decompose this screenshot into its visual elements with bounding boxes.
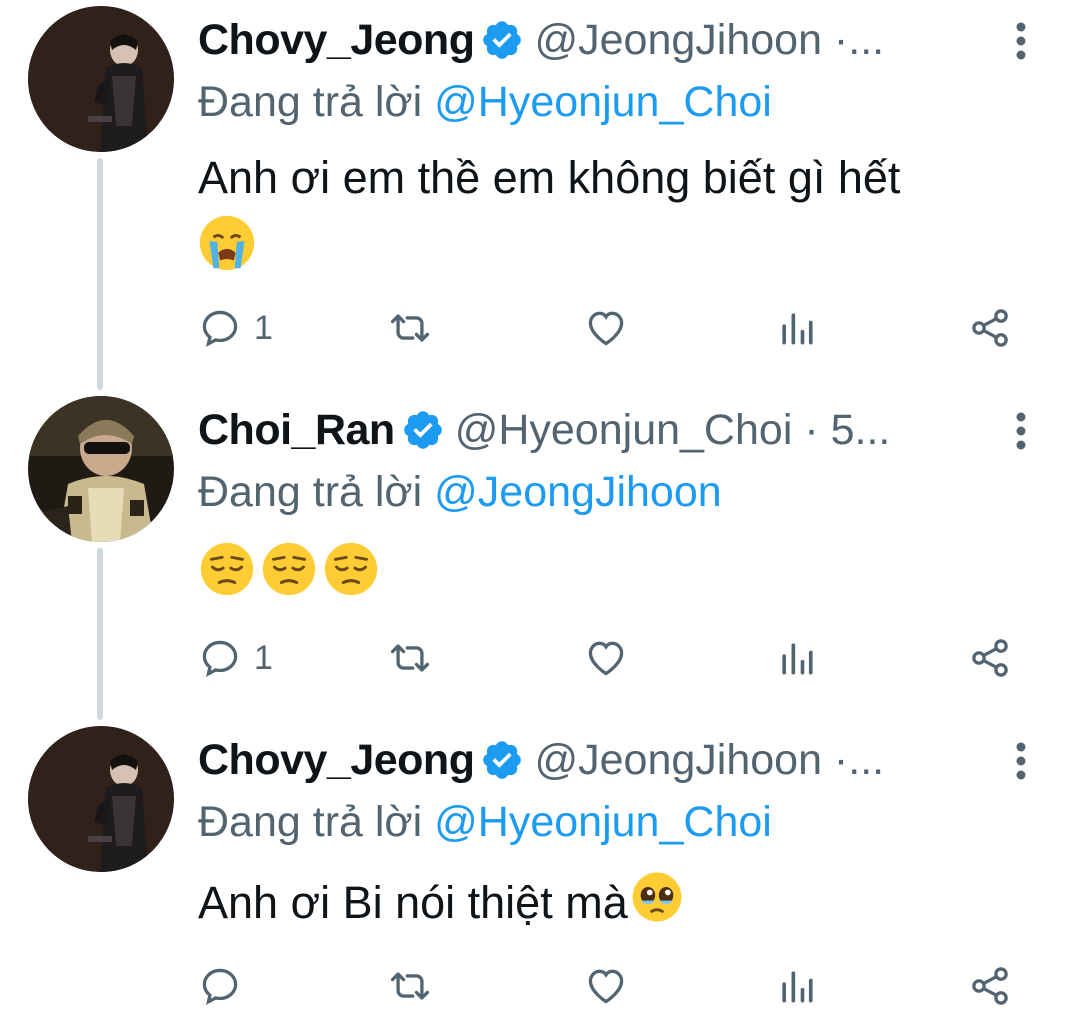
like-button[interactable]	[584, 956, 628, 1016]
tweet-header: Choi_Ran @Hyeonjun_Choi · 5...	[198, 400, 998, 460]
verified-badge-icon	[483, 741, 522, 779]
like-button[interactable]	[584, 298, 628, 358]
tweet-emoji-line	[196, 212, 258, 274]
share-icon	[972, 967, 1008, 1005]
share-button[interactable]	[968, 298, 1012, 358]
heart-icon	[588, 969, 624, 1004]
more-options-button[interactable]	[1006, 406, 1036, 456]
display-name[interactable]: Chovy_Jeong	[198, 16, 475, 65]
reply-button[interactable]: 1	[198, 298, 273, 358]
share-button[interactable]	[968, 628, 1012, 688]
pensive-face-emoji	[196, 538, 258, 600]
avatar-choi[interactable]	[28, 396, 174, 542]
pensive-face-emoji	[320, 538, 382, 600]
handle[interactable]: @JeongJihoon ·...	[534, 16, 998, 65]
handle[interactable]: @JeongJihoon ·...	[534, 736, 998, 785]
more-options-button[interactable]	[1006, 736, 1036, 786]
pleading-face-emoji	[628, 868, 686, 926]
tweet-text-line: Anh ơi Bi nói thiệt mà	[198, 877, 628, 928]
more-vertical-icon	[1016, 412, 1026, 450]
retweet-icon	[390, 314, 430, 342]
replying-to-label: Đang trả lời	[198, 798, 423, 846]
views-button[interactable]	[775, 628, 819, 688]
display-name[interactable]: Choi_Ran	[198, 406, 395, 455]
reply-icon	[202, 310, 238, 347]
more-options-button[interactable]	[1006, 16, 1036, 66]
reply-icon	[202, 968, 238, 1005]
views-icon	[782, 313, 813, 345]
tweet-actions	[198, 956, 1018, 1016]
tweet-text-line: Anh ơi em thề em không biết gì hết	[198, 152, 901, 203]
reply-button[interactable]	[198, 956, 254, 1016]
like-button[interactable]	[584, 628, 628, 688]
share-icon	[972, 309, 1008, 347]
replying-to: Đang trả lời @Hyeonjun_Choi	[198, 798, 772, 847]
tweet-text: Anh ơi em thề em không biết gì hết	[198, 148, 900, 208]
reply-button[interactable]: 1	[198, 628, 273, 688]
tweet-header: Chovy_Jeong @JeongJihoon ·...	[198, 10, 998, 70]
views-button[interactable]	[775, 956, 819, 1016]
retweet-button[interactable]	[388, 628, 432, 688]
tweet-actions: 1	[198, 298, 1018, 358]
reply-count: 1	[254, 308, 273, 347]
more-vertical-icon	[1016, 742, 1026, 780]
tweet-text: Anh ơi Bi nói thiệt mà	[198, 868, 686, 933]
tweet-2[interactable]: Choi_Ran @Hyeonjun_Choi · 5... Đang trả …	[0, 396, 1080, 696]
handle[interactable]: @Hyeonjun_Choi · 5...	[455, 406, 998, 455]
verified-badge-icon	[403, 411, 442, 449]
replying-to-label: Đang trả lời	[198, 78, 423, 126]
retweet-icon	[390, 972, 430, 1000]
pensive-face-emoji	[258, 538, 320, 600]
heart-icon	[588, 311, 624, 346]
views-icon	[782, 971, 813, 1003]
tweet-actions: 1	[198, 628, 1018, 688]
reply-count: 1	[254, 638, 273, 677]
replying-to-mention[interactable]: @Hyeonjun_Choi	[434, 78, 772, 126]
retweet-button[interactable]	[388, 298, 432, 358]
tweet-3[interactable]: Chovy_Jeong @JeongJihoon ·... Đang trả l…	[0, 726, 1080, 1021]
replying-to-label: Đang trả lời	[198, 468, 423, 516]
share-icon	[972, 639, 1008, 677]
heart-icon	[588, 641, 624, 676]
replying-to: Đang trả lời @Hyeonjun_Choi	[198, 78, 772, 127]
replying-to-mention[interactable]: @Hyeonjun_Choi	[434, 798, 772, 846]
views-icon	[782, 643, 813, 675]
display-name[interactable]: Chovy_Jeong	[198, 736, 475, 785]
share-button[interactable]	[968, 956, 1012, 1016]
avatar-chovy[interactable]	[28, 6, 174, 152]
verified-badge-icon	[483, 21, 522, 59]
avatar-chovy[interactable]	[28, 726, 174, 872]
views-button[interactable]	[775, 298, 819, 358]
retweet-icon	[390, 644, 430, 672]
replying-to-mention[interactable]: @JeongJihoon	[434, 468, 722, 516]
tweet-header: Chovy_Jeong @JeongJihoon ·...	[198, 730, 998, 790]
retweet-button[interactable]	[388, 956, 432, 1016]
replying-to: Đang trả lời @JeongJihoon	[198, 468, 722, 517]
more-vertical-icon	[1016, 22, 1026, 60]
tweet-1[interactable]: Chovy_Jeong @JeongJihoon ·... Đang trả l…	[0, 6, 1080, 356]
loudly-crying-face-emoji	[196, 212, 258, 274]
reply-icon	[202, 640, 238, 677]
tweet-emoji-line	[196, 538, 382, 600]
